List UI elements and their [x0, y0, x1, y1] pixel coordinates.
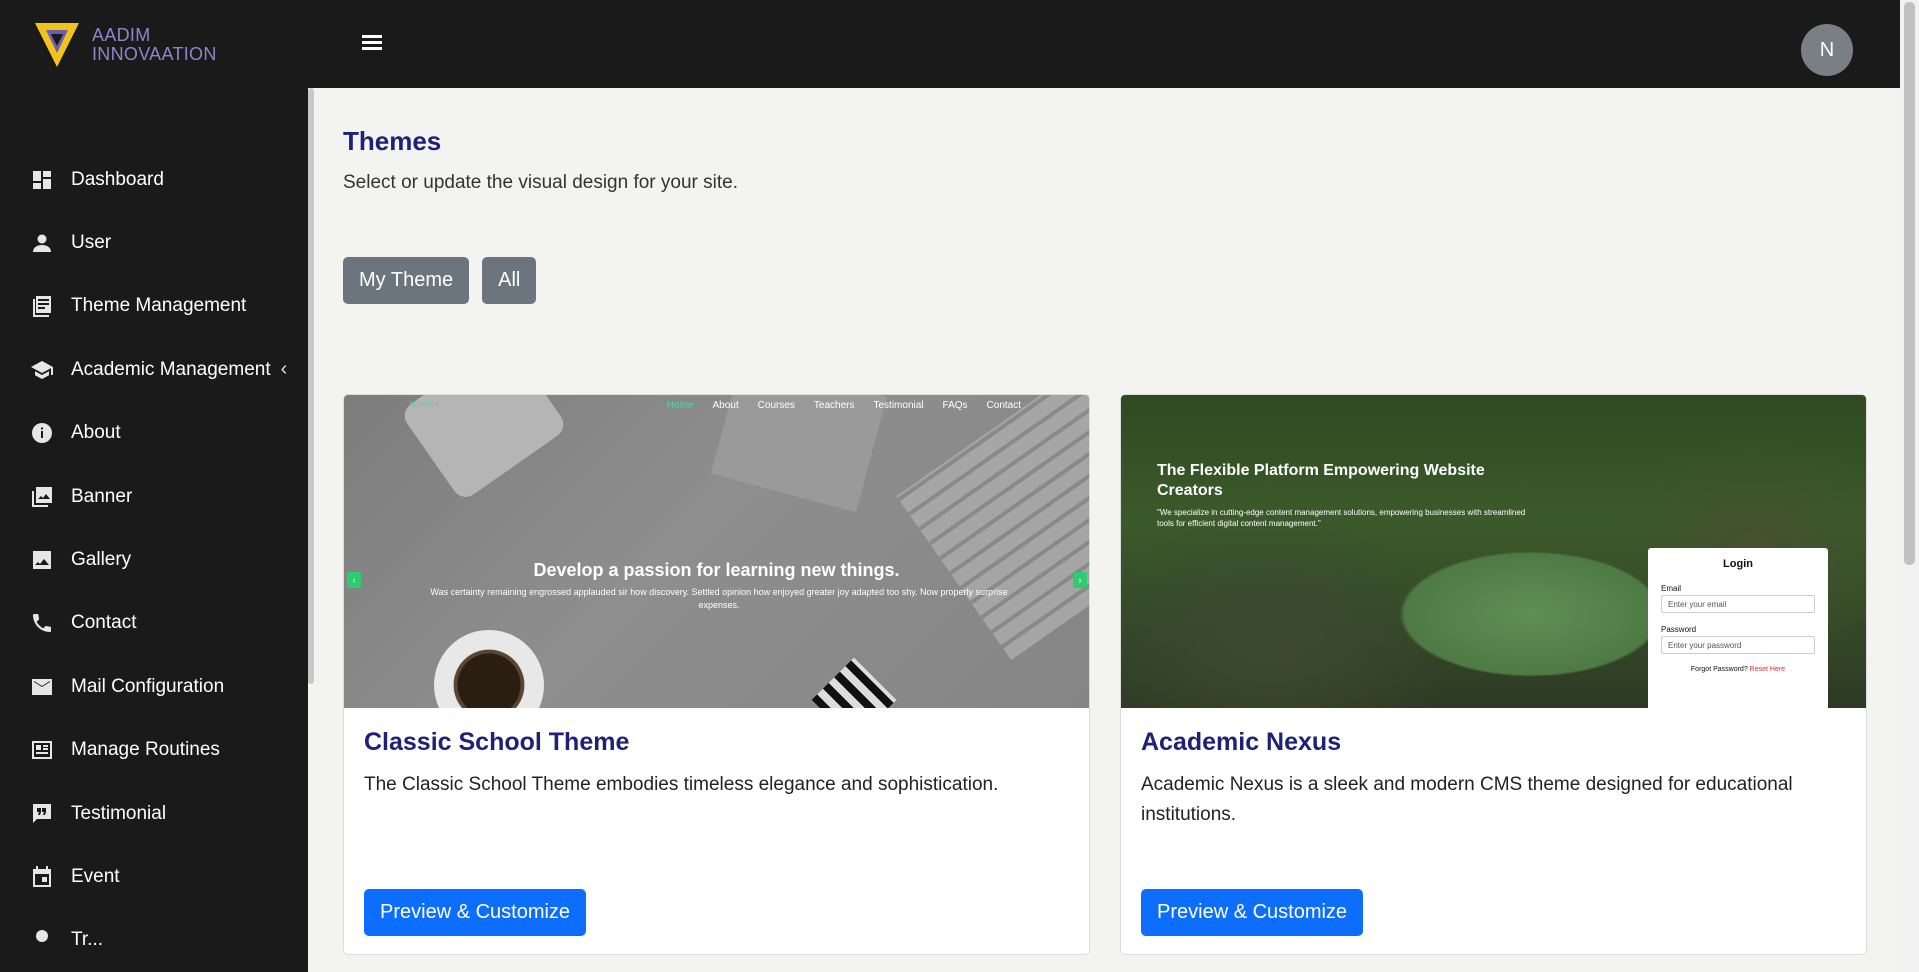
- sidebar-item-label: Contact: [71, 612, 137, 634]
- routine-icon: [29, 737, 55, 763]
- sidebar: Dashboard User Theme Management Academic…: [0, 88, 308, 972]
- sidebar-item-user[interactable]: User: [0, 211, 308, 274]
- sidebar-item-label: Theme Management: [71, 295, 247, 317]
- sidebar-item-dashboard[interactable]: Dashboard: [0, 148, 308, 211]
- sidebar-item-label: Mail Configuration: [71, 675, 225, 697]
- theme-card-classic-school: SCH OOL Home About Courses Teachers Test…: [343, 394, 1090, 955]
- sidebar-item-gallery[interactable]: Gallery: [0, 528, 308, 591]
- sidebar-item-mail-configuration[interactable]: Mail Configuration: [0, 655, 308, 718]
- phone-icon: [29, 610, 55, 636]
- banner-icon: [29, 484, 55, 510]
- sidebar-item-label: User: [71, 232, 112, 254]
- preview-email-field: Enter your email: [1661, 595, 1815, 613]
- sidebar-item-testimonial[interactable]: Testimonial: [0, 782, 308, 845]
- preview-text: "We specialize in cutting-edge content m…: [1157, 508, 1526, 528]
- page-scrollbar[interactable]: [1900, 0, 1919, 972]
- sidebar-item-label: Testimonial: [71, 802, 167, 824]
- theme-description: Academic Nexus is a sleek and modern CMS…: [1141, 774, 1793, 825]
- sidebar-item-tr[interactable]: Tr...: [0, 909, 308, 972]
- theme-preview-image: SCH OOL Home About Courses Teachers Test…: [344, 395, 1089, 708]
- preview-email-label: Email: [1661, 584, 1682, 593]
- preview-forgot-text: Forgot Password?: [1690, 666, 1748, 673]
- school-icon: [29, 357, 55, 383]
- brand-name: AADIM INNOVAATION: [92, 26, 217, 64]
- sidebar-item-banner[interactable]: Banner: [0, 465, 308, 528]
- sidebar-item-event[interactable]: Event: [0, 845, 308, 908]
- mail-icon: [29, 674, 55, 700]
- brand-line1: AADIM: [92, 25, 151, 45]
- brand-line2: INNOVAATION: [92, 44, 217, 64]
- page-title: Themes: [343, 126, 442, 156]
- theme-description: The Classic School Theme embodies timele…: [364, 774, 999, 795]
- preview-nav-item: Courses: [757, 400, 795, 411]
- chevron-left-icon[interactable]: ‹: [281, 358, 288, 381]
- theme-icon: [29, 293, 55, 319]
- theme-card-academic-nexus: The Flexible Platform Empowering Website…: [1120, 394, 1867, 955]
- testimonial-icon: [29, 801, 55, 827]
- sidebar-item-label: Gallery: [71, 549, 132, 571]
- preview-nav-item: Home: [666, 400, 694, 411]
- menu-toggle-icon[interactable]: [362, 33, 386, 53]
- sidebar-item-label: Dashboard: [71, 168, 164, 190]
- user-icon: [29, 230, 55, 256]
- preview-text: Was certainty remaining engrossed applau…: [430, 587, 1008, 610]
- dashboard-icon: [29, 167, 55, 193]
- sidebar-item-theme-management[interactable]: Theme Management: [0, 275, 308, 338]
- theme-preview-image: The Flexible Platform Empowering Website…: [1121, 395, 1866, 708]
- preview-forgot-password: Forgot Password? Reset Here: [1661, 666, 1815, 673]
- preview-customize-button[interactable]: Preview & Customize: [1141, 889, 1364, 936]
- sidebar-item-label: Event: [71, 865, 120, 887]
- main-content: Themes Select or update the visual desig…: [314, 88, 1900, 972]
- all-themes-button[interactable]: All: [482, 257, 537, 304]
- preview-nav-item: Teachers: [813, 400, 855, 411]
- sidebar-item-academic-management[interactable]: Academic Management ‹: [0, 338, 308, 401]
- preview-nav: Home About Courses Teachers Testimonial …: [667, 400, 1021, 411]
- tree-icon: [29, 927, 55, 953]
- preview-login-box: Login Email Enter your email Password En…: [1648, 548, 1828, 708]
- logo-icon: [35, 23, 79, 67]
- avatar[interactable]: N: [1801, 24, 1853, 76]
- sidebar-item-label: Manage Routines: [71, 739, 220, 761]
- preview-reset-link: Reset Here: [1749, 666, 1786, 673]
- sidebar-item-label: About: [71, 422, 121, 444]
- gallery-icon: [29, 547, 55, 573]
- sidebar-item-manage-routines[interactable]: Manage Routines: [0, 719, 308, 782]
- sidebar-item-label: Banner: [71, 485, 133, 507]
- theme-title: Classic School Theme: [364, 728, 630, 756]
- sidebar-item-contact[interactable]: Contact: [0, 592, 308, 655]
- theme-title: Academic Nexus: [1141, 728, 1342, 756]
- top-bar: AADIM INNOVAATION N: [0, 0, 1900, 88]
- page-subtitle: Select or update the visual design for y…: [343, 172, 739, 193]
- sidebar-item-about[interactable]: About: [0, 402, 308, 465]
- preview-nav-item: Testimonial: [873, 400, 924, 411]
- sidebar-nav: Dashboard User Theme Management Academic…: [0, 148, 308, 972]
- preview-nav-item: Contact: [986, 400, 1021, 411]
- preview-password-label: Password: [1661, 625, 1697, 634]
- info-icon: [29, 420, 55, 446]
- preview-customize-button[interactable]: Preview & Customize: [364, 889, 587, 936]
- sidebar-item-label: Tr...: [71, 929, 104, 951]
- preview-headline: The Flexible Platform Empowering Website…: [1157, 462, 1485, 499]
- theme-filters: My Theme All: [343, 257, 537, 304]
- preview-logo: SCH OOL: [409, 401, 441, 408]
- preview-password-field: Enter your password: [1661, 636, 1815, 654]
- event-icon: [29, 864, 55, 890]
- my-theme-button[interactable]: My Theme: [343, 257, 470, 304]
- preview-nav-item: FAQs: [942, 400, 968, 411]
- preview-nav-item: About: [712, 400, 739, 411]
- preview-login-title: Login: [1723, 558, 1753, 570]
- sidebar-item-label: Academic Management: [71, 358, 271, 380]
- preview-headline: Develop a passion for learning new thing…: [533, 560, 900, 580]
- page-scrollbar-thumb[interactable]: [1904, 2, 1915, 565]
- brand-logo[interactable]: AADIM INNOVAATION: [32, 20, 217, 70]
